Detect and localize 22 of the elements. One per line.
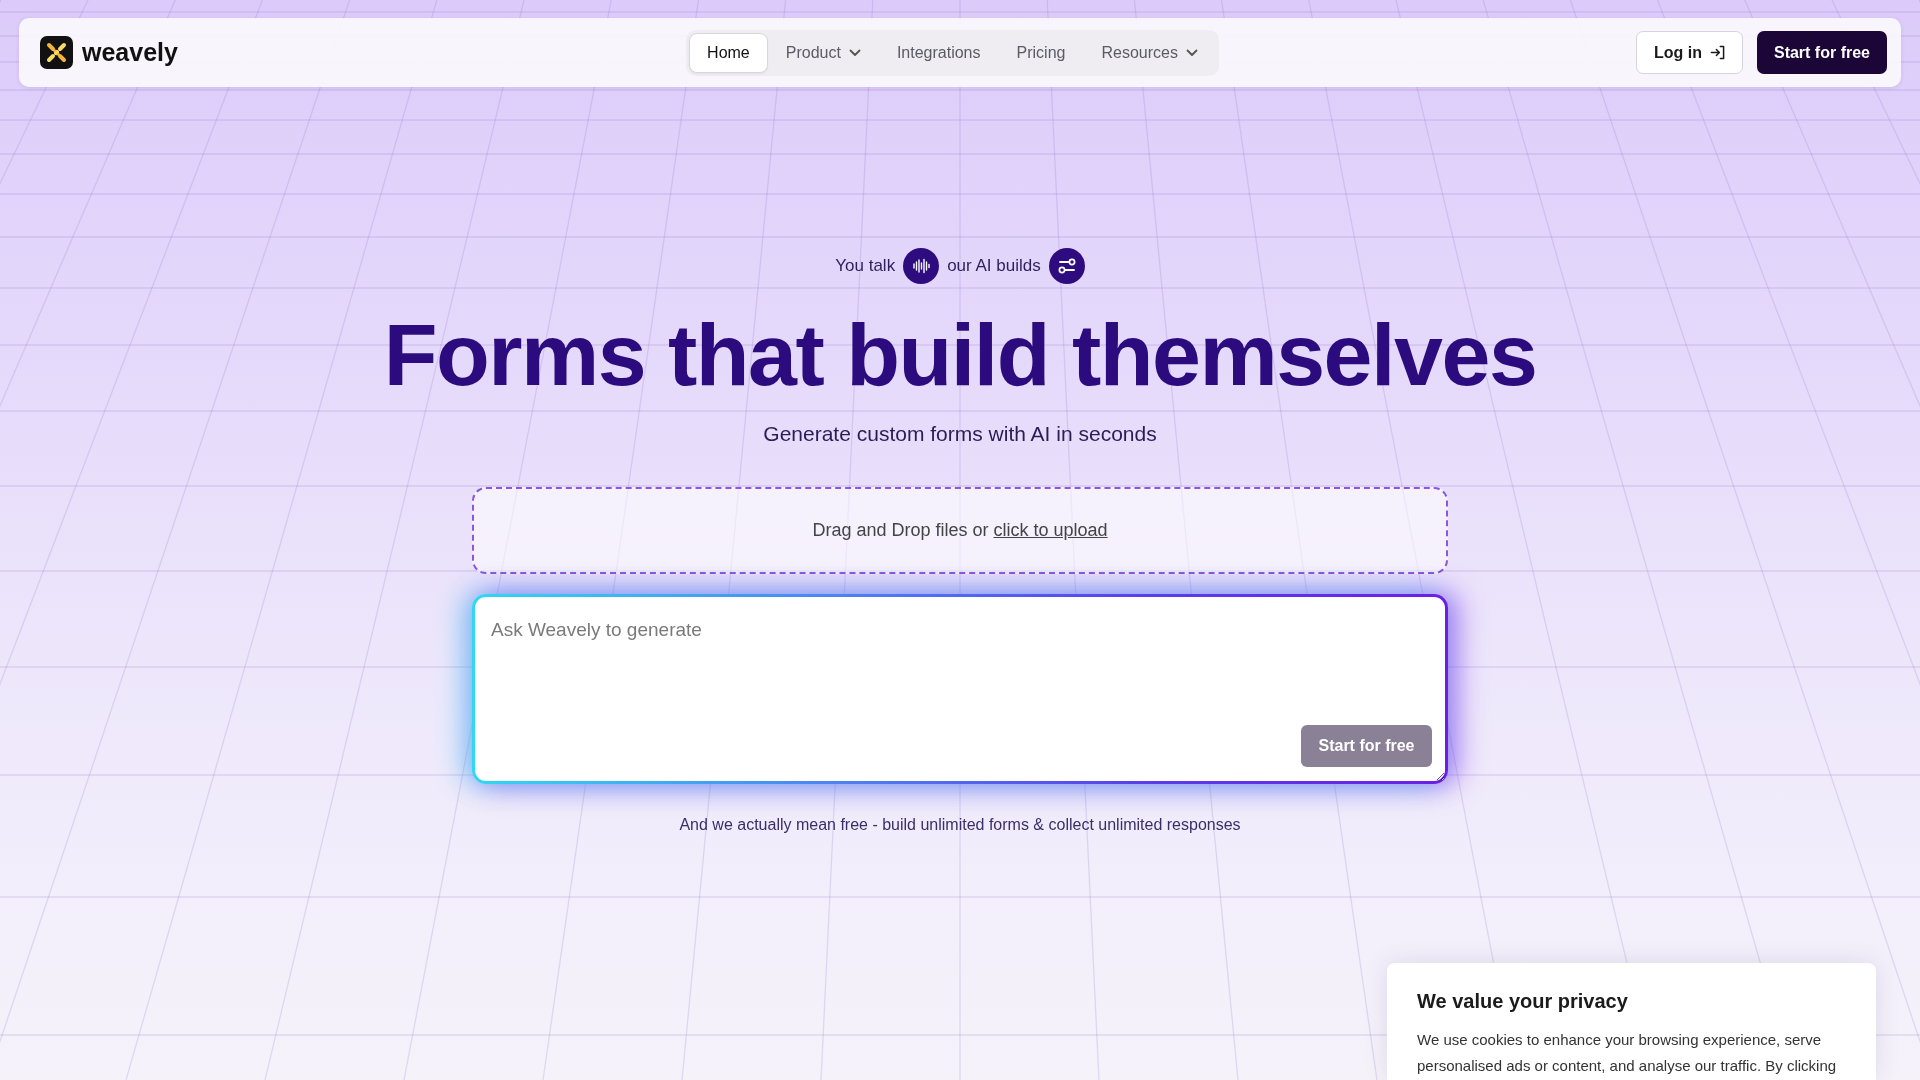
nav-tab[interactable]: Home: [689, 32, 768, 73]
logo-icon[interactable]: [40, 36, 73, 69]
tagline-text: our AI builds: [947, 256, 1041, 276]
sign-in-icon: [1709, 45, 1725, 60]
nav-tab[interactable]: Product: [767, 32, 879, 73]
cookie-title: We value your privacy: [1417, 989, 1629, 1013]
hero-title: Forms that build themselves: [383, 311, 1537, 399]
sliders-icon: [1048, 248, 1085, 284]
tagline-text: You talk: [835, 256, 896, 276]
nav-tab[interactable]: Integrations: [878, 32, 999, 73]
sound-wave-icon: [903, 248, 940, 284]
signup-button[interactable]: Start for free: [1756, 31, 1887, 74]
cookie-text: We use cookies to enhance your browsing experience, serve personalised ads or content, and analyse our traffic. By clicking: [1417, 1030, 1838, 1076]
nav-tab[interactable]: Pricing: [998, 32, 1084, 73]
logo-wordmark[interactable]: weavely: [82, 38, 178, 67]
upload-link[interactable]: click to upload: [993, 520, 1108, 540]
free-plan-note: And we actually mean free - build unlimited forms & collect unlimited responses: [679, 815, 1241, 835]
upload-instructions: Drag and Drop files or click to upload: [812, 520, 1108, 541]
hero-subtitle: Generate custom forms with AI in seconds: [763, 421, 1157, 447]
file-upload-dropzone[interactable]: Drag and Drop files or click to upload: [472, 487, 1448, 574]
login-button[interactable]: Log in: [1636, 31, 1743, 74]
nav-tab[interactable]: Resources: [1083, 32, 1216, 73]
